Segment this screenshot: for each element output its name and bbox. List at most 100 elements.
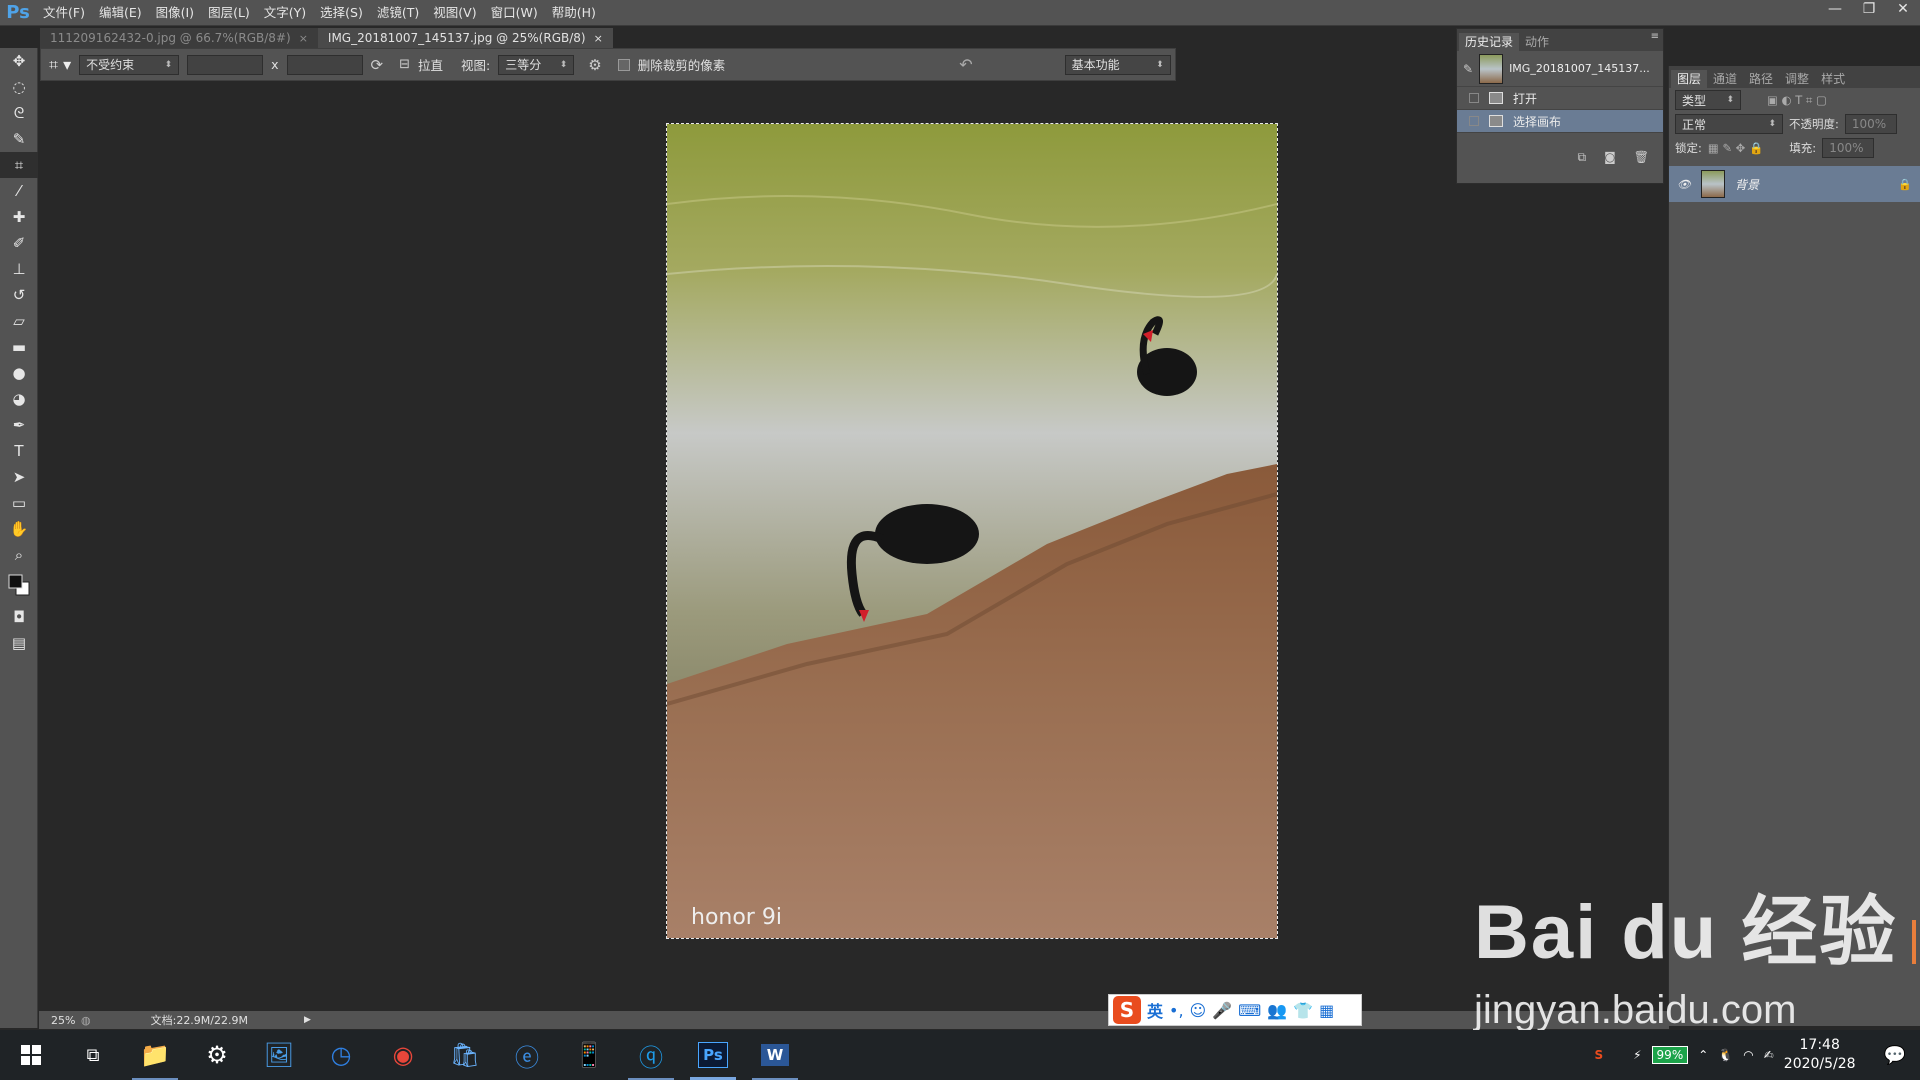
qq-icon[interactable]: 🐧 — [1718, 1048, 1733, 1062]
dodge-tool-icon[interactable]: ◕ — [0, 386, 38, 412]
browser-q-icon[interactable]: ⓠ — [620, 1030, 682, 1080]
network-icon[interactable]: ◠ — [1743, 1048, 1753, 1062]
history-item-select-canvas[interactable]: 选择画布 — [1457, 110, 1663, 133]
show-hidden-icons-icon[interactable]: ⌃ — [1698, 1048, 1708, 1062]
phone-app-icon[interactable]: 📱 — [558, 1030, 620, 1080]
task-view-icon[interactable]: ⧉ — [62, 1030, 124, 1080]
hand-tool-icon[interactable]: ✋ — [0, 516, 38, 542]
tab-close-icon[interactable]: × — [299, 32, 308, 45]
history-source-box[interactable] — [1469, 93, 1479, 103]
type-tool-icon[interactable]: T — [0, 438, 38, 464]
battery-level[interactable]: 99% — [1651, 1046, 1689, 1064]
color-swatches-icon[interactable] — [0, 568, 38, 604]
tab-styles[interactable]: 样式 — [1815, 70, 1851, 88]
settings-icon[interactable]: ⚙ — [186, 1030, 248, 1080]
move-tool-icon[interactable]: ✥ — [0, 48, 38, 74]
layer-filter-dropdown[interactable]: 类型 ⬍ — [1675, 90, 1741, 110]
straighten-icon[interactable]: ⊟ — [399, 57, 410, 72]
shape-tool-icon[interactable]: ▭ — [0, 490, 38, 516]
blur-tool-icon[interactable]: ● — [0, 360, 38, 386]
menu-select[interactable]: 选择(S) — [313, 0, 370, 26]
reset-icon[interactable]: ↶ — [959, 55, 972, 74]
menu-file[interactable]: 文件(F) — [36, 0, 92, 26]
sogou-logo[interactable]: S — [1113, 996, 1141, 1024]
emoji-icon[interactable]: ☺ — [1190, 1001, 1207, 1020]
crop-preset-icon[interactable]: ⌗ ▾ — [49, 55, 71, 75]
fill-field[interactable]: 100% — [1822, 138, 1875, 158]
stamp-tool-icon[interactable]: ⊥ — [0, 256, 38, 282]
pen-icon[interactable]: ✍ — [1764, 1048, 1774, 1062]
history-snapshot[interactable]: ✎ IMG_20181007_145137... — [1457, 51, 1663, 87]
screen-mode-icon[interactable]: ▤ — [0, 630, 38, 656]
zoom-tool-icon[interactable]: ⌕ — [0, 542, 38, 568]
minimize-button[interactable]: — — [1820, 0, 1850, 18]
lock-icons[interactable]: ▦ ✎ ✥ 🔒 — [1708, 141, 1763, 155]
close-button[interactable]: ✕ — [1888, 0, 1918, 18]
microphone-icon[interactable]: 🎤 — [1212, 1001, 1232, 1020]
menu-help[interactable]: 帮助(H) — [545, 0, 603, 26]
quick-mask-icon[interactable]: ◘ — [0, 604, 38, 630]
history-item-open[interactable]: 打开 — [1457, 87, 1663, 110]
view-dropdown[interactable]: 三等分 ⬍ — [498, 54, 575, 75]
tab-actions[interactable]: 动作 — [1519, 33, 1555, 51]
path-select-tool-icon[interactable]: ➤ — [0, 464, 38, 490]
lasso-tool-icon[interactable]: ᘓ — [0, 100, 38, 126]
skin-icon[interactable]: 👕 — [1293, 1001, 1313, 1020]
clock[interactable]: 17:48 2020/5/28 — [1784, 1036, 1856, 1074]
blend-mode-dropdown[interactable]: 正常 ⬍ — [1675, 114, 1783, 134]
menu-window[interactable]: 窗口(W) — [484, 0, 545, 26]
width-field[interactable] — [187, 54, 264, 75]
ie-icon[interactable]: ⓔ — [496, 1030, 558, 1080]
menu-edit[interactable]: 编辑(E) — [92, 0, 149, 26]
eyedropper-tool-icon[interactable]: ⁄ — [0, 178, 38, 204]
tab-paths[interactable]: 路径 — [1743, 70, 1779, 88]
tab-document-2[interactable]: IMG_20181007_145137.jpg @ 25%(RGB/8) × — [317, 28, 613, 48]
gradient-tool-icon[interactable]: ▬ — [0, 334, 38, 360]
layer-background[interactable]: 👁 背景 🔒 — [1669, 166, 1920, 202]
menu-filter[interactable]: 滤镜(T) — [370, 0, 426, 26]
swap-icon[interactable]: ⟳ — [371, 56, 384, 74]
trash-icon[interactable]: 🗑 — [1634, 150, 1649, 164]
camera-icon[interactable]: ◙ — [1604, 150, 1616, 164]
quick-select-tool-icon[interactable]: ✎ — [0, 126, 38, 152]
chrome-icon[interactable]: ◉ — [372, 1030, 434, 1080]
tab-close-icon[interactable]: × — [594, 32, 603, 45]
workspace-dropdown[interactable]: 基本功能 ⬍ — [1064, 54, 1171, 75]
restore-button[interactable]: ❐ — [1854, 0, 1884, 18]
history-brush-tool-icon[interactable]: ↺ — [0, 282, 38, 308]
eye-icon[interactable]: 👁 — [1677, 178, 1691, 191]
ratio-dropdown[interactable]: 不受约束 ⬍ — [79, 54, 180, 75]
toolbox-icon[interactable]: ▦ — [1319, 1001, 1334, 1020]
marquee-tool-icon[interactable]: ◌ — [0, 74, 38, 100]
history-source-box[interactable] — [1469, 116, 1479, 126]
straighten-label[interactable]: 拉直 — [418, 55, 443, 74]
tab-history[interactable]: 历史记录 — [1459, 33, 1520, 51]
menu-type[interactable]: 文字(Y) — [257, 0, 313, 26]
store-icon[interactable]: 🛍 — [434, 1030, 496, 1080]
pen-tool-icon[interactable]: ✒ — [0, 412, 38, 438]
filter-icons[interactable]: ▣ ◐ T ⌗ ▢ — [1767, 93, 1827, 108]
tab-channels[interactable]: 通道 — [1707, 70, 1743, 88]
height-field[interactable] — [286, 54, 363, 75]
file-explorer-icon[interactable]: 📁 — [124, 1030, 186, 1080]
eraser-tool-icon[interactable]: ▱ — [0, 308, 38, 334]
punctuation-icon[interactable]: •, — [1169, 1001, 1184, 1020]
menu-layer[interactable]: 图层(L) — [201, 0, 257, 26]
brush-tool-icon[interactable]: ✐ — [0, 230, 38, 256]
crop-tool-icon[interactable]: ⌗ — [0, 152, 38, 178]
panel-menu-icon[interactable]: ≡ — [1651, 31, 1659, 42]
user-icon[interactable]: 👥 — [1267, 1001, 1287, 1020]
tab-layers[interactable]: 图层 — [1671, 70, 1708, 88]
photos-icon[interactable]: 🖼 — [248, 1030, 310, 1080]
new-document-from-state-icon[interactable]: ⧉ — [1578, 150, 1587, 165]
sogou-tray-icon[interactable]: S — [1594, 1048, 1603, 1062]
tab-adjustments[interactable]: 调整 — [1779, 70, 1815, 88]
photoshop-taskbar-icon[interactable]: Ps — [682, 1030, 744, 1080]
menu-image[interactable]: 图像(I) — [149, 0, 201, 26]
menu-view[interactable]: 视图(V) — [426, 0, 483, 26]
opacity-field[interactable]: 100% — [1844, 114, 1897, 134]
notifications-icon[interactable]: 💬 — [1884, 1045, 1906, 1066]
ime-lang[interactable]: 英 — [1147, 998, 1163, 1022]
word-taskbar-icon[interactable]: W — [744, 1030, 806, 1080]
gear-icon[interactable]: ⚙ — [588, 56, 601, 74]
